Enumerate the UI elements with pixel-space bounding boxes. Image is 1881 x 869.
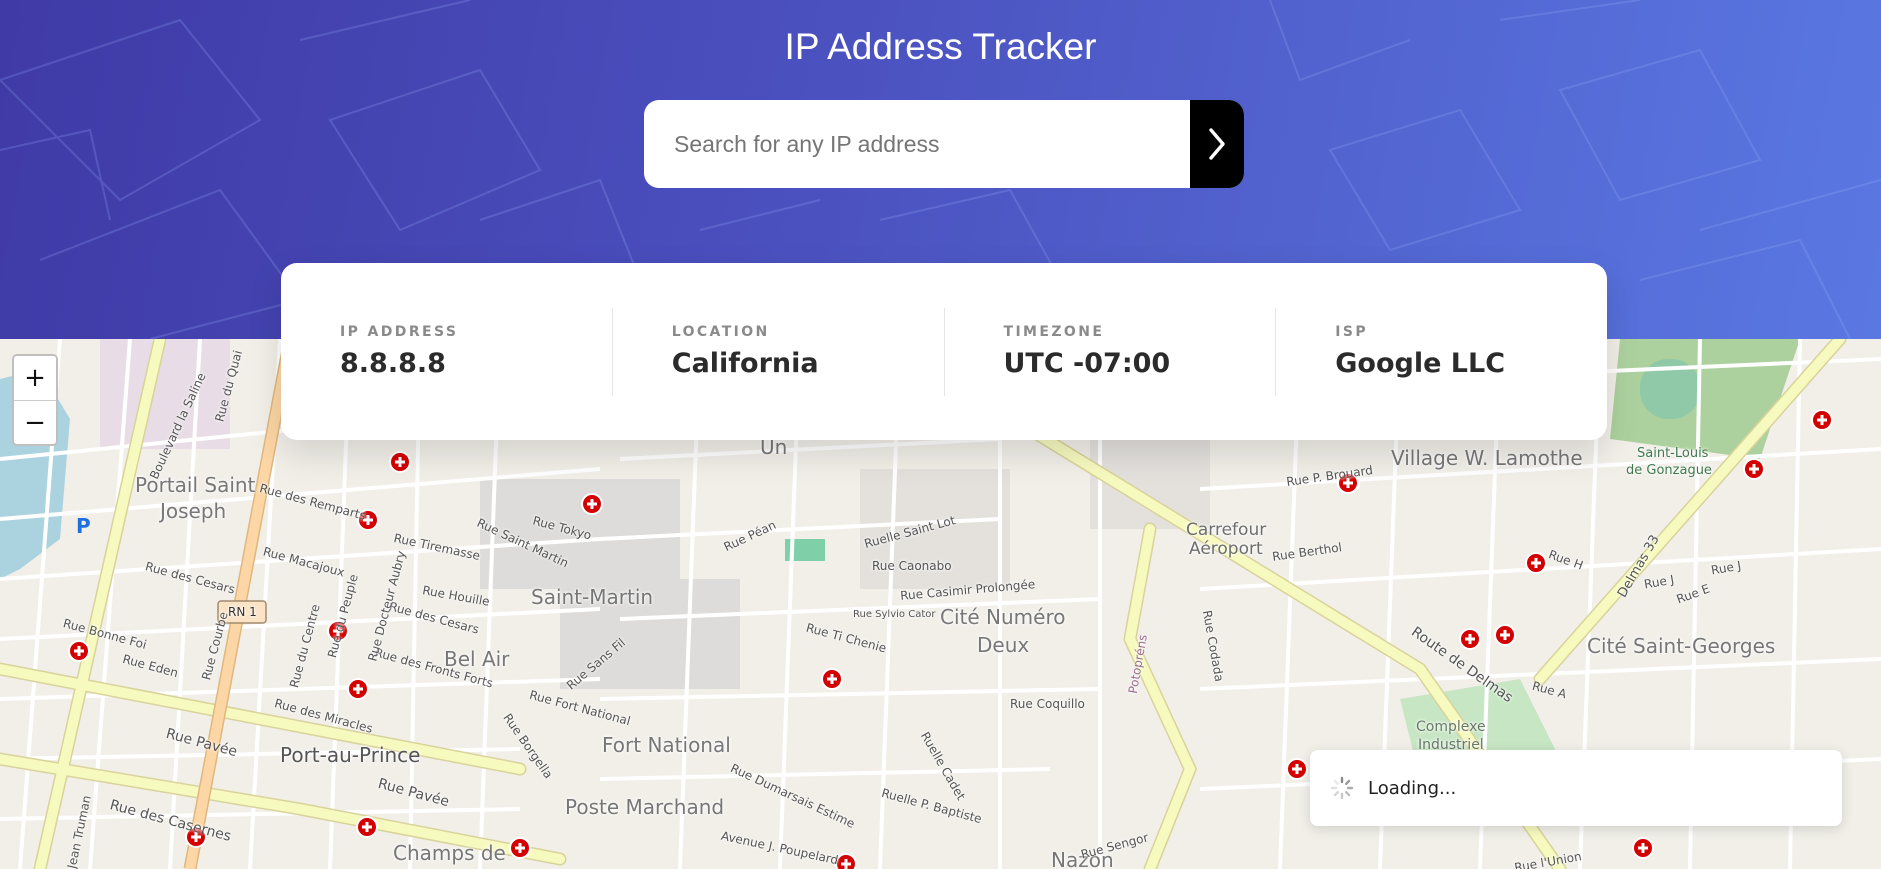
street-label: Rue Sylvio Cator [853, 609, 936, 620]
isp-section: ISP Google LLC [1275, 307, 1607, 396]
zoom-in-button[interactable]: + [14, 356, 56, 400]
timezone-value: UTC -07:00 [1003, 348, 1171, 379]
place-label: Village W. Lamothe [1391, 446, 1583, 470]
place-label: Cité Saint-Georges [1587, 634, 1776, 658]
place-label: Port-au-Prince [280, 743, 421, 767]
place-label: Poste Marchand [565, 795, 725, 819]
location-label: LOCATION [671, 324, 770, 340]
location-value: California [671, 348, 819, 379]
street-label: Rue Coquillo [1010, 697, 1085, 711]
place-label: Champs de [393, 841, 506, 865]
place-label: Joseph [160, 499, 227, 523]
place-label: Deux [977, 633, 1030, 657]
ip-info-card: IP ADDRESS 8.8.8.8 LOCATION California T… [281, 263, 1607, 440]
isp-value: Google LLC [1335, 348, 1506, 379]
place-label: Saint-Martin [531, 585, 654, 609]
ip-address-value: 8.8.8.8 [340, 348, 446, 379]
place-label: Fort National [602, 733, 731, 757]
zoom-out-button[interactable]: − [14, 400, 56, 444]
page-title: IP Address Tracker [784, 26, 1097, 67]
ip-address-section: IP ADDRESS 8.8.8.8 [281, 308, 612, 396]
chevron-right-icon [1209, 128, 1225, 160]
landuse-area [100, 339, 230, 449]
timezone-section: TIMEZONE UTC -07:00 [943, 307, 1276, 396]
search-form [644, 100, 1244, 188]
page: IP Address Tracker IP ADDRESS 8.8.8.8 LO… [0, 0, 1881, 869]
place-label: Saint-Louis [1637, 446, 1709, 461]
location-section: LOCATION California [611, 307, 944, 396]
street-label: Rue Caonabo [872, 559, 952, 573]
zoom-control: + − [12, 354, 58, 446]
place-label: de Gonzague [1626, 463, 1712, 478]
park-area [1610, 339, 1800, 459]
place-label: Complexe [1416, 719, 1486, 735]
timezone-label: TIMEZONE [1003, 324, 1105, 340]
spinner-icon [1330, 776, 1354, 800]
place-label: Cité Numéro [940, 605, 1066, 629]
place-label: Aéroport [1189, 539, 1263, 559]
isp-label: ISP [1335, 324, 1369, 340]
parking-icon: P [76, 514, 91, 538]
loading-text: Loading... [1368, 777, 1457, 799]
search-input[interactable] [644, 100, 1190, 188]
search-submit-button[interactable] [1190, 100, 1244, 188]
ip-address-label: IP ADDRESS [340, 324, 459, 340]
loading-toast: Loading... [1310, 750, 1842, 826]
place-label: Carrefour [1186, 520, 1267, 540]
route-shield-label: RN 1 [228, 605, 257, 619]
